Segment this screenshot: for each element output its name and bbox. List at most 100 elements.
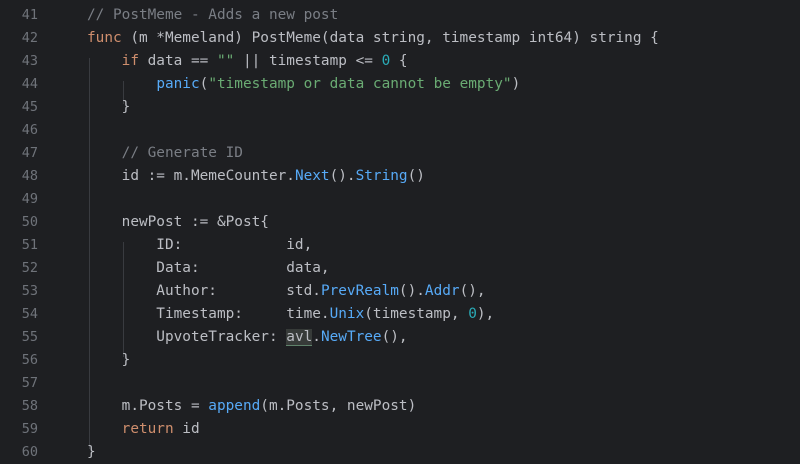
code-token: avl	[286, 329, 313, 346]
code-token: Timestamp: time.	[87, 306, 330, 322]
code-token: (m.Posts, newPost)	[260, 398, 417, 414]
code-token: m.Posts =	[87, 398, 209, 414]
code-token: int64	[528, 30, 573, 46]
code-token: }	[87, 444, 96, 460]
line-number: 41	[21, 7, 38, 23]
line-number: 49	[21, 191, 38, 207]
code-token: "timestamp or data cannot be empty"	[208, 76, 512, 92]
code-line[interactable]: 41 // PostMeme - Adds a new post	[0, 4, 800, 27]
code-token: (timestamp,	[364, 306, 469, 322]
code-text: ID: id,	[87, 234, 312, 257]
code-token: (),	[459, 283, 486, 299]
code-token: return	[121, 421, 174, 437]
code-line[interactable]: 45 }	[0, 96, 800, 119]
code-line[interactable]: 46	[0, 119, 800, 142]
code-editor[interactable]: 41 // PostMeme - Adds a new post 42 func (m…	[0, 0, 800, 464]
code-token: id	[173, 421, 200, 437]
line-number: 58	[21, 398, 38, 414]
code-line[interactable]: 58 m.Posts = append(m.Posts, newPost)	[0, 395, 800, 418]
code-token: NewTree	[320, 329, 382, 345]
code-token: ID: id,	[87, 237, 313, 253]
code-text: panic("timestamp or data cannot be empty…	[87, 73, 520, 96]
code-text: }	[87, 96, 131, 119]
code-line[interactable]: 51 ID: id,	[0, 234, 800, 257]
code-text: // Generate ID	[87, 142, 243, 165]
code-line[interactable]: 50 newPost := &Post{	[0, 211, 800, 234]
code-token: }	[87, 352, 131, 368]
code-text: // PostMeme - Adds a new post	[87, 4, 338, 27]
code-token: )	[511, 76, 521, 92]
code-token: Next	[294, 168, 330, 184]
code-line[interactable]: 60}	[0, 441, 800, 464]
code-token: .	[312, 329, 321, 345]
code-token: if	[121, 53, 139, 69]
code-token: 0	[381, 53, 391, 69]
code-token: (m *Memeland) PostMeme(data	[121, 30, 373, 46]
line-number: 44	[21, 76, 38, 92]
line-number: 55	[21, 329, 38, 345]
code-text: }	[87, 441, 96, 464]
code-line[interactable]: 55 UpvoteTracker: avl.NewTree(),	[0, 326, 800, 349]
code-token: ().	[398, 283, 425, 299]
code-line[interactable]: 48 id := m.MemeCounter.Next().String()	[0, 165, 800, 188]
code-token: ""	[216, 53, 235, 69]
code-token: // PostMeme - Adds a new post	[87, 7, 339, 23]
code-token: // Generate ID	[121, 145, 243, 161]
code-line[interactable]: 49	[0, 188, 800, 211]
code-token: Author: std.	[87, 283, 321, 299]
line-number: 59	[21, 421, 38, 437]
code-text: Timestamp: time.Unix(timestamp, 0),	[87, 303, 494, 326]
code-line[interactable]: 59 return id	[0, 418, 800, 441]
code-token: , timestamp	[424, 30, 529, 46]
code-token: {	[641, 30, 659, 46]
code-token: string	[372, 30, 425, 46]
line-number: 46	[21, 122, 38, 138]
line-number: 60	[21, 444, 38, 460]
code-line[interactable]: 56 }	[0, 349, 800, 372]
code-line[interactable]: 53 Author: std.PrevRealm().Addr(),	[0, 280, 800, 303]
code-token: panic	[156, 76, 200, 92]
code-token: string	[589, 30, 642, 46]
code-token: Addr	[424, 283, 460, 299]
code-token: UpvoteTracker:	[87, 329, 287, 345]
code-token: data ==	[138, 53, 217, 69]
code-token: || timestamp <=	[234, 53, 382, 69]
code-token: Unix	[329, 306, 365, 322]
code-text: Data: data,	[87, 257, 330, 280]
code-text: newPost := &Post{	[87, 211, 269, 234]
code-text: func (m *Memeland) PostMeme(data string,…	[87, 27, 659, 50]
line-number: 51	[21, 237, 38, 253]
code-line[interactable]: 47 // Generate ID	[0, 142, 800, 165]
code-line[interactable]: 57	[0, 372, 800, 395]
code-text: if data == "" || timestamp <= 0 {	[87, 50, 408, 73]
code-token: ),	[476, 306, 495, 322]
code-token: Data: data,	[87, 260, 330, 276]
code-line[interactable]: 43 if data == "" || timestamp <= 0 {	[0, 50, 800, 73]
line-number: 52	[21, 260, 38, 276]
line-number: 56	[21, 352, 38, 368]
code-token: 0	[468, 306, 477, 322]
code-text: Author: std.PrevRealm().Addr(),	[87, 280, 486, 303]
code-line[interactable]: 52 Data: data,	[0, 257, 800, 280]
line-number: 43	[21, 53, 38, 69]
code-token: append	[208, 398, 261, 414]
line-number: 53	[21, 283, 38, 299]
code-text: id := m.MemeCounter.Next().String()	[87, 165, 425, 188]
code-text: }	[87, 349, 131, 372]
code-line[interactable]: 54 Timestamp: time.Unix(timestamp, 0),	[0, 303, 800, 326]
code-text: UpvoteTracker: avl.NewTree(),	[87, 326, 408, 349]
code-text: m.Posts = append(m.Posts, newPost)	[87, 395, 417, 418]
code-token: PrevRealm	[320, 283, 399, 299]
code-token: String	[355, 168, 408, 184]
code-line[interactable]: 44 panic("timestamp or data cannot be em…	[0, 73, 800, 96]
line-number: 50	[21, 214, 38, 230]
line-number: 47	[21, 145, 38, 161]
code-token: newPost := &Post{	[87, 214, 269, 230]
line-number: 54	[21, 306, 38, 322]
code-line[interactable]: 42 func (m *Memeland) PostMeme(data strin…	[0, 27, 800, 50]
line-number: 57	[21, 375, 38, 391]
